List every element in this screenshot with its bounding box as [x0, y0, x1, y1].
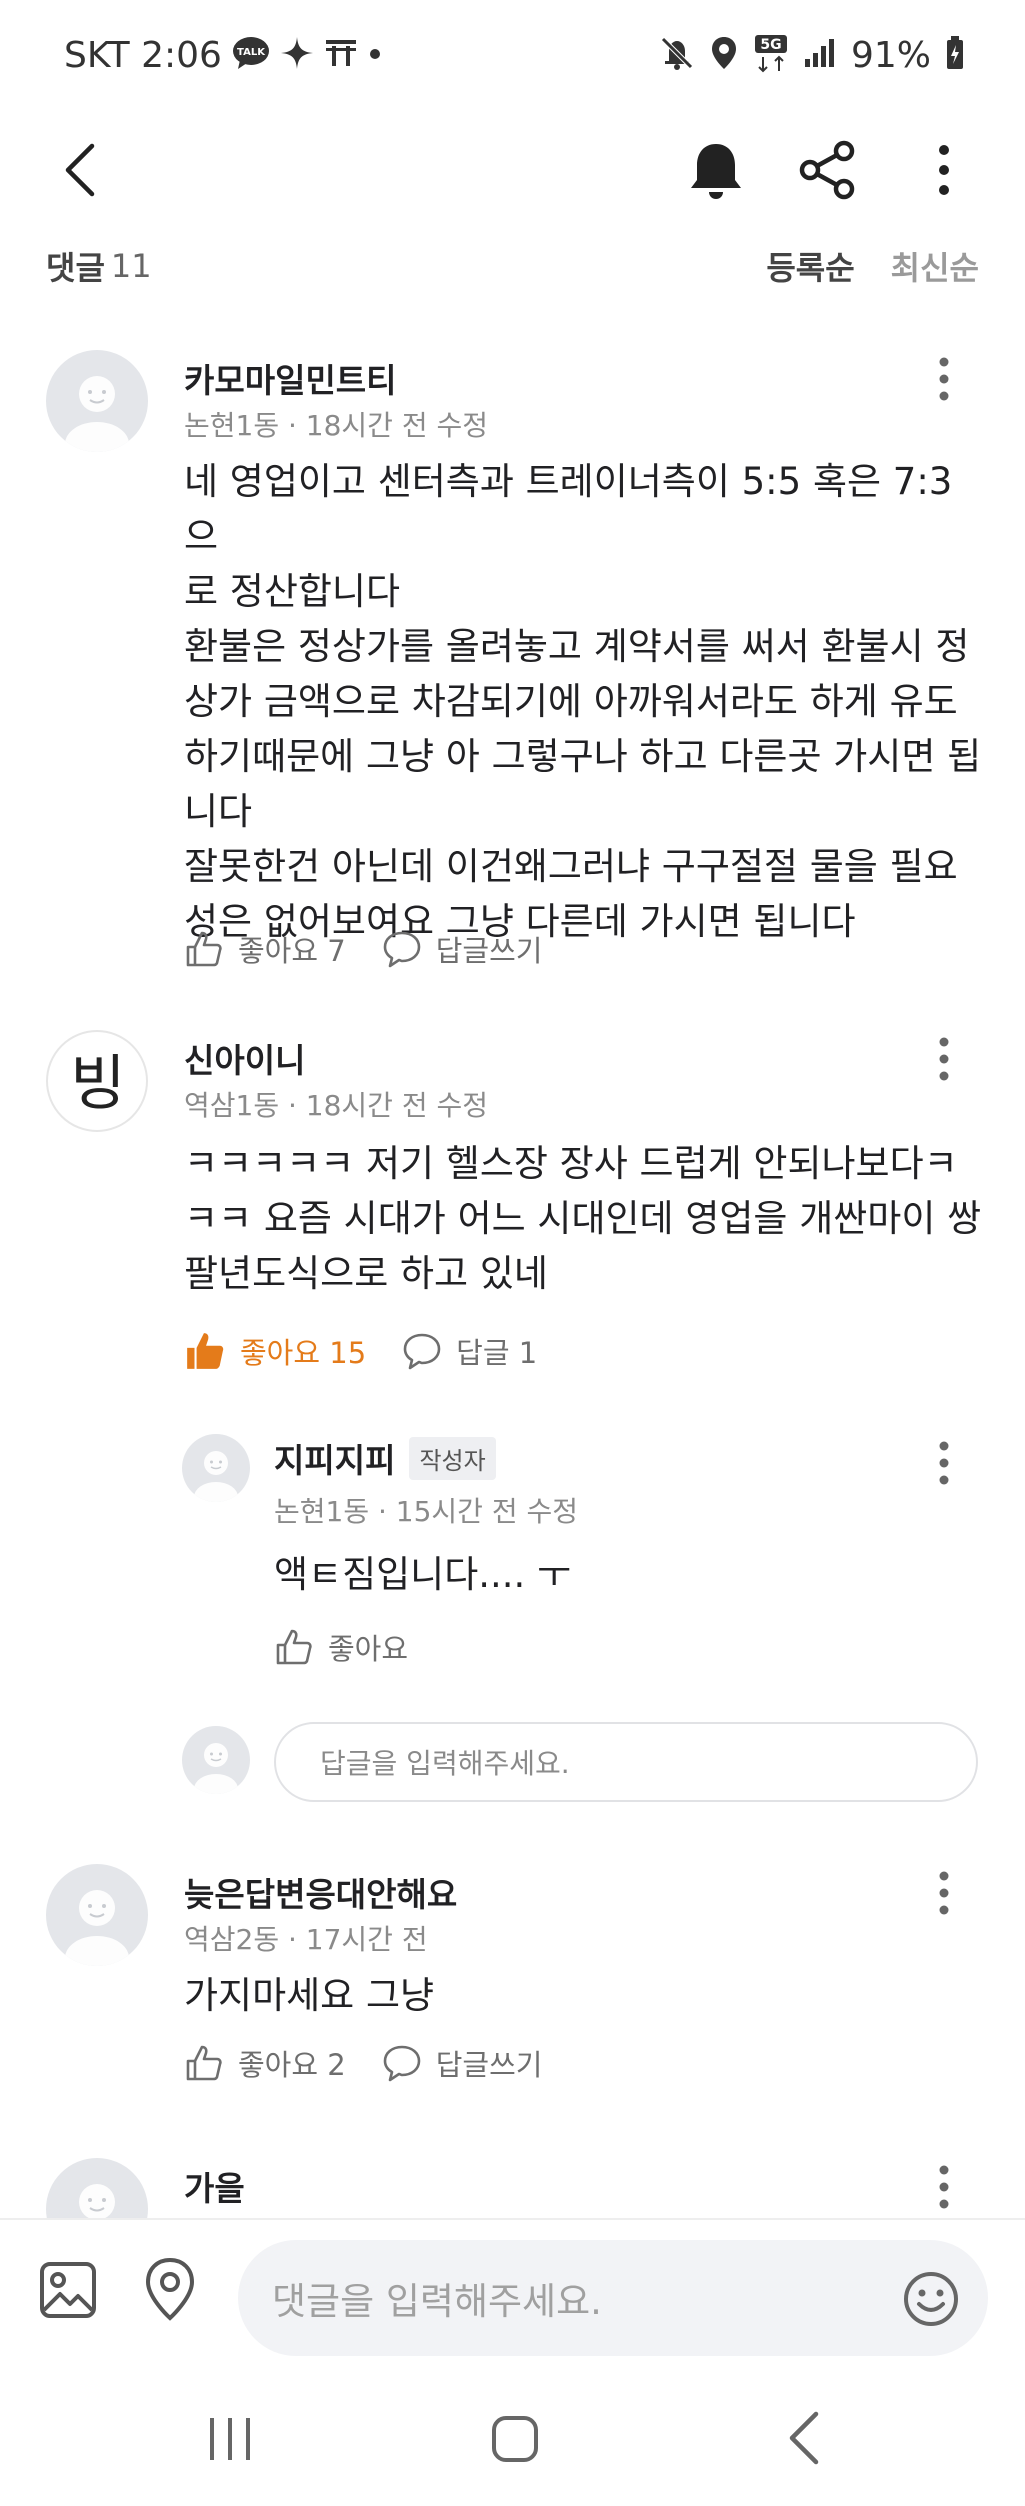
comment-input[interactable]: 댓글을 입력해주세요. [238, 2240, 988, 2356]
comment-more-icon[interactable] [922, 354, 966, 408]
share-icon[interactable] [796, 138, 860, 206]
reply-label: 답글쓰기 [435, 934, 543, 968]
comment-count: 11 [110, 247, 152, 285]
speech-bubble-icon [403, 1333, 441, 1370]
comment-meta: 역삼1동 · 18시간 전 수정 [184, 1089, 489, 1122]
comment-meta: 역삼2동 · 17시간 전 [184, 1923, 428, 1956]
comment-item: 가을 [0, 2158, 1025, 2218]
comment-item: 카모마일민트티 논현1동 · 18시간 전 수정 네 영업이고 센터측과 트레이… [0, 350, 1025, 990]
avatar[interactable] [182, 1434, 250, 1502]
signal-icon [803, 37, 837, 73]
comment-item: 빙 신아이니 역삼1동 · 18시간 전 수정 ㅋㅋㅋㅋㅋ 저기 헬스장 장사 … [0, 1030, 1025, 1390]
comment-body: ㅋㅋㅋㅋㅋ 저기 헬스장 장사 드럽게 안되나보다ㅋ ㅋㅋ 요즘 시대가 어느 … [184, 1142, 982, 1295]
comment-more-icon[interactable] [922, 2162, 966, 2216]
talk-notification-icon: TALK [232, 36, 270, 74]
battery-percent: 91% [850, 34, 931, 76]
avatar[interactable] [46, 2158, 148, 2218]
reply-author[interactable]: 지피지피 [274, 1434, 395, 1482]
comment-header: 댓글 11 등록순 최신순 [46, 236, 979, 296]
avatar-initial: 빙 [70, 1049, 125, 1119]
speech-bubble-icon [383, 931, 421, 968]
avatar[interactable] [46, 1864, 148, 1966]
comment-author[interactable]: 가을 [184, 2162, 245, 2210]
like-button[interactable]: 좋아요 15 [184, 1330, 366, 1372]
carrier-time: SKT 2:06 [64, 34, 222, 76]
reply-input[interactable]: 답글을 입력해주세요. [274, 1722, 978, 1802]
comment-body: 가지마세요 그냥 [184, 1974, 435, 2017]
svg-text:5G: 5G [760, 37, 781, 53]
bell-icon[interactable] [684, 138, 748, 206]
comment-item: 늦은답변응대안해요 역삼2동 · 17시간 전 가지마세요 그냥 좋아요 2 답… [0, 1864, 1025, 2124]
comment-meta: 논현1동 · 18시간 전 수정 [184, 409, 489, 442]
reply-body: 액ㅌ짐입니다.... ㅜ [274, 1553, 572, 1596]
svg-text:TALK: TALK [237, 47, 266, 58]
comment-input-placeholder: 댓글을 입력해주세요. [272, 2280, 602, 2323]
mute-icon [659, 35, 695, 75]
reply-label: 답글 1 [456, 1336, 538, 1370]
thumbs-up-filled-icon [187, 1333, 224, 1369]
reply-button[interactable]: 답글쓰기 [382, 928, 543, 970]
5g-icon: 5G [753, 33, 789, 77]
battery-icon [945, 35, 965, 75]
reply-item: 지피지피 작성자 논현1동 · 15시간 전 수정 액ㅌ짐입니다.... ㅜ 좋… [0, 1430, 1025, 1690]
reply-label: 답글쓰기 [435, 2048, 543, 2082]
like-button[interactable]: 좋아요 [274, 1626, 408, 1668]
dot-notification-icon [368, 46, 382, 65]
reply-input-placeholder: 답글을 입력해주세요. [320, 1747, 570, 1780]
comment-author[interactable]: 카모마일민트티 [184, 354, 397, 402]
comment-author[interactable]: 늦은답변응대안해요 [184, 1868, 457, 1916]
status-bar: SKT 2:06 TALK 5G 91% [0, 0, 1025, 110]
sparkle-notification-icon [280, 36, 314, 74]
my-avatar [182, 1726, 250, 1794]
system-nav-bar [0, 2360, 1025, 2506]
sort-latest-button[interactable]: 최신순 [891, 243, 979, 289]
comment-body: 네 영업이고 센터측과 트레이너측이 5:5 혹은 7:3으 로 정산합니다 환… [184, 460, 982, 943]
more-options-icon[interactable] [922, 138, 966, 206]
reply-button[interactable]: 답글 1 [402, 1330, 537, 1372]
comment-more-icon[interactable] [922, 1034, 966, 1088]
avatar[interactable]: 빙 [46, 1030, 148, 1132]
top-app-bar [0, 120, 1025, 220]
back-arrow-icon[interactable] [58, 140, 102, 204]
nav-back-icon[interactable] [784, 2410, 824, 2470]
like-label: 좋아요 15 [240, 1336, 367, 1370]
t-app-notification-icon [324, 36, 358, 74]
reply-button[interactable]: 답글쓰기 [382, 2042, 543, 2084]
like-button[interactable]: 좋아요 7 [184, 928, 346, 970]
gallery-icon[interactable] [38, 2260, 98, 2324]
reply-more-icon[interactable] [922, 1438, 966, 1492]
like-label: 좋아요 [328, 1632, 409, 1666]
like-label: 좋아요 2 [238, 2048, 346, 2082]
reply-meta: 논현1동 · 15시간 전 수정 [274, 1495, 579, 1528]
emoji-icon[interactable] [902, 2270, 960, 2337]
author-badge: 작성자 [409, 1436, 496, 1480]
avatar[interactable] [46, 350, 148, 452]
comment-label: 댓글 [46, 249, 105, 287]
like-button[interactable]: 좋아요 2 [184, 2042, 346, 2084]
comment-compose-bar: 댓글을 입력해주세요. [0, 2218, 1025, 2356]
location-pin-icon[interactable] [140, 2256, 200, 2326]
like-label: 좋아요 7 [238, 934, 346, 968]
location-status-icon [709, 35, 739, 75]
thumbs-up-icon [276, 1629, 312, 1665]
thumbs-up-icon [186, 2045, 222, 2081]
recents-icon[interactable] [206, 2416, 256, 2466]
thumbs-up-icon [186, 931, 222, 967]
comment-more-icon[interactable] [922, 1868, 966, 1922]
speech-bubble-icon [383, 2045, 421, 2082]
sort-registered-button[interactable]: 등록순 [766, 243, 854, 289]
home-icon[interactable] [490, 2414, 540, 2468]
comment-author[interactable]: 신아이니 [184, 1034, 305, 1082]
